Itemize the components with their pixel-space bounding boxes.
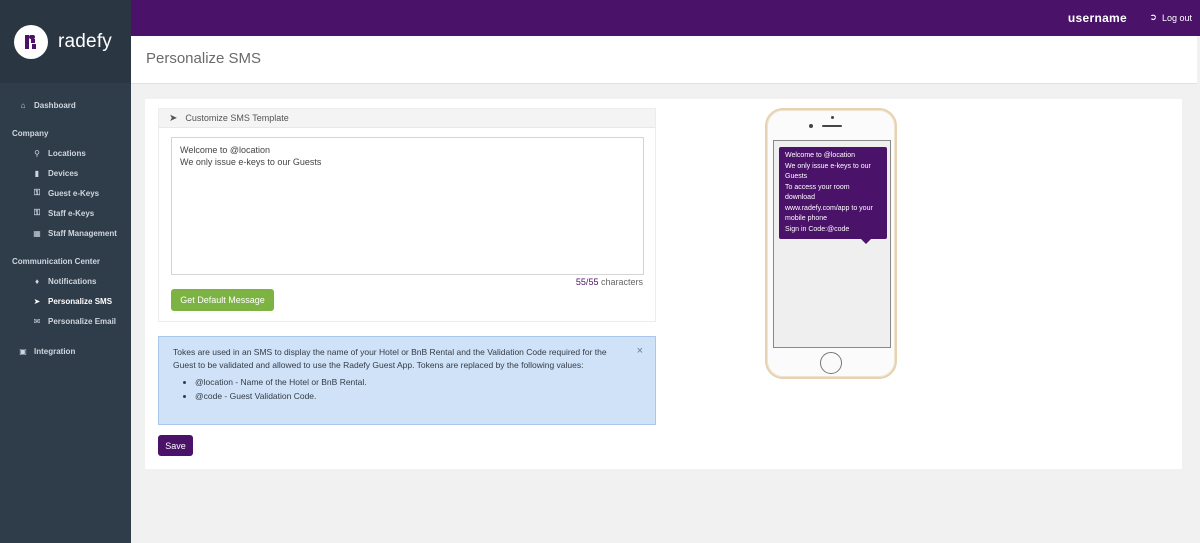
sidebar: radefy ⌂ Dashboard Company ⚲ Locations ▮… (0, 0, 131, 543)
monitor-icon: ▣ (19, 346, 27, 356)
sidebar-item-label: Devices (48, 168, 79, 178)
sidebar-section-communication: Communication Center (12, 256, 101, 266)
bubble-tail (861, 239, 871, 244)
sidebar-item-personalize-sms[interactable]: ➤ Personalize SMS (0, 291, 131, 311)
paper-plane-icon: ➤ (33, 296, 41, 306)
bell-icon: ♦ (34, 276, 40, 286)
logout-label: Log out (1161, 12, 1192, 23)
phone-camera (809, 124, 813, 128)
sidebar-item-devices[interactable]: ▮ Devices (0, 163, 131, 183)
sidebar-item-label: Dashboard (34, 100, 76, 110)
envelope-icon: ✉ (33, 316, 41, 326)
token-list: @location - Name of the Hotel or BnB Ren… (173, 375, 641, 403)
username[interactable]: username (1068, 11, 1127, 25)
top-bar: username ➲ Log out (131, 0, 1200, 36)
map-marker-icon: ⚲ (34, 148, 40, 158)
preview-line: To access your room download (785, 183, 850, 202)
sidebar-section-company: Company (12, 128, 49, 138)
sidebar-item-locations[interactable]: ⚲ Locations (0, 143, 131, 163)
sms-template-panel: ➤ Customize SMS Template Welcome to @loc… (158, 108, 656, 322)
get-default-message-button[interactable]: Get Default Message (171, 289, 274, 311)
panel-title: Customize SMS Template (185, 113, 289, 123)
preview-line: We only issue e-keys to our Guests (785, 162, 871, 181)
page-title: Personalize SMS (146, 50, 262, 67)
key-icon: ⚿ (33, 208, 41, 217)
panel-header: ➤ Customize SMS Template (159, 109, 655, 128)
char-count-suffix: characters (600, 277, 643, 287)
radefy-logo-icon (14, 24, 48, 59)
token-item: @code - Guest Validation Code. (195, 389, 641, 403)
preview-line: Sign in Code:@code (785, 225, 850, 233)
sidebar-item-staff-ekeys[interactable]: ⚿ Staff e-Keys (0, 203, 131, 223)
key-icon: ⚿ (33, 188, 41, 197)
sidebar-item-integration[interactable]: ▣ Integration (0, 341, 131, 361)
message-line: Welcome to @location (180, 145, 271, 155)
preview-line: www.radefy.com/app to your mobile phone (785, 204, 873, 223)
building-icon: ▦ (33, 228, 41, 238)
logout-button[interactable]: ➲ Log out (1149, 12, 1192, 23)
paper-plane-icon: ➤ (169, 112, 178, 124)
sidebar-item-staff-management[interactable]: ▦ Staff Management (0, 223, 131, 243)
sms-message-textarea[interactable]: Welcome to @location We only issue e-key… (171, 137, 644, 275)
sidebar-item-label: Personalize Email (48, 316, 117, 326)
phone-screen: Welcome to @location We only issue e-key… (773, 140, 891, 348)
sidebar-item-label: Personalize SMS (48, 296, 113, 306)
sms-preview-bubble: Welcome to @location We only issue e-key… (779, 147, 887, 244)
tokens-info-alert: Tokes are used in an SMS to display the … (158, 336, 656, 425)
char-count-max: 55 (588, 277, 599, 287)
home-icon: ⌂ (20, 100, 26, 110)
alert-text: Tokes are used in an SMS to display the … (173, 347, 607, 370)
character-counter: 55/55 characters (575, 277, 643, 287)
sidebar-item-dashboard[interactable]: ⌂ Dashboard (0, 95, 131, 115)
content-card: ➤ Customize SMS Template Welcome to @loc… (145, 99, 1182, 469)
sidebar-item-personalize-email[interactable]: ✉ Personalize Email (0, 311, 131, 331)
phone-speaker (822, 125, 842, 127)
sidebar-item-label: Integration (34, 346, 76, 356)
save-button[interactable]: Save (158, 435, 193, 456)
sidebar-item-notifications[interactable]: ♦ Notifications (0, 271, 131, 291)
page-header: Personalize SMS (131, 36, 1197, 84)
device-icon: ▮ (34, 168, 40, 178)
sidebar-item-label: Staff Management (48, 228, 117, 238)
close-icon[interactable]: × (637, 345, 643, 358)
phone-home-button (820, 352, 842, 374)
sidebar-item-label: Guest e-Keys (48, 188, 100, 198)
preview-line: Welcome to @location (785, 152, 856, 159)
logout-icon: ➲ (1149, 12, 1157, 22)
brand[interactable]: radefy (0, 0, 131, 83)
token-item: @location - Name of the Hotel or BnB Ren… (195, 375, 641, 389)
sidebar-item-label: Notifications (48, 276, 97, 286)
sidebar-item-label: Staff e-Keys (48, 208, 95, 218)
message-line: We only issue e-keys to our Guests (180, 157, 322, 167)
sidebar-item-label: Locations (48, 148, 86, 158)
sidebar-item-guest-ekeys[interactable]: ⚿ Guest e-Keys (0, 183, 131, 203)
phone-preview: Welcome to @location We only issue e-key… (765, 108, 897, 379)
sidebar-nav: ⌂ Dashboard Company ⚲ Locations ▮ Device… (0, 83, 131, 361)
char-count-current: 55 (575, 277, 586, 287)
brand-name: radefy (58, 30, 113, 52)
phone-sensor (831, 116, 834, 119)
